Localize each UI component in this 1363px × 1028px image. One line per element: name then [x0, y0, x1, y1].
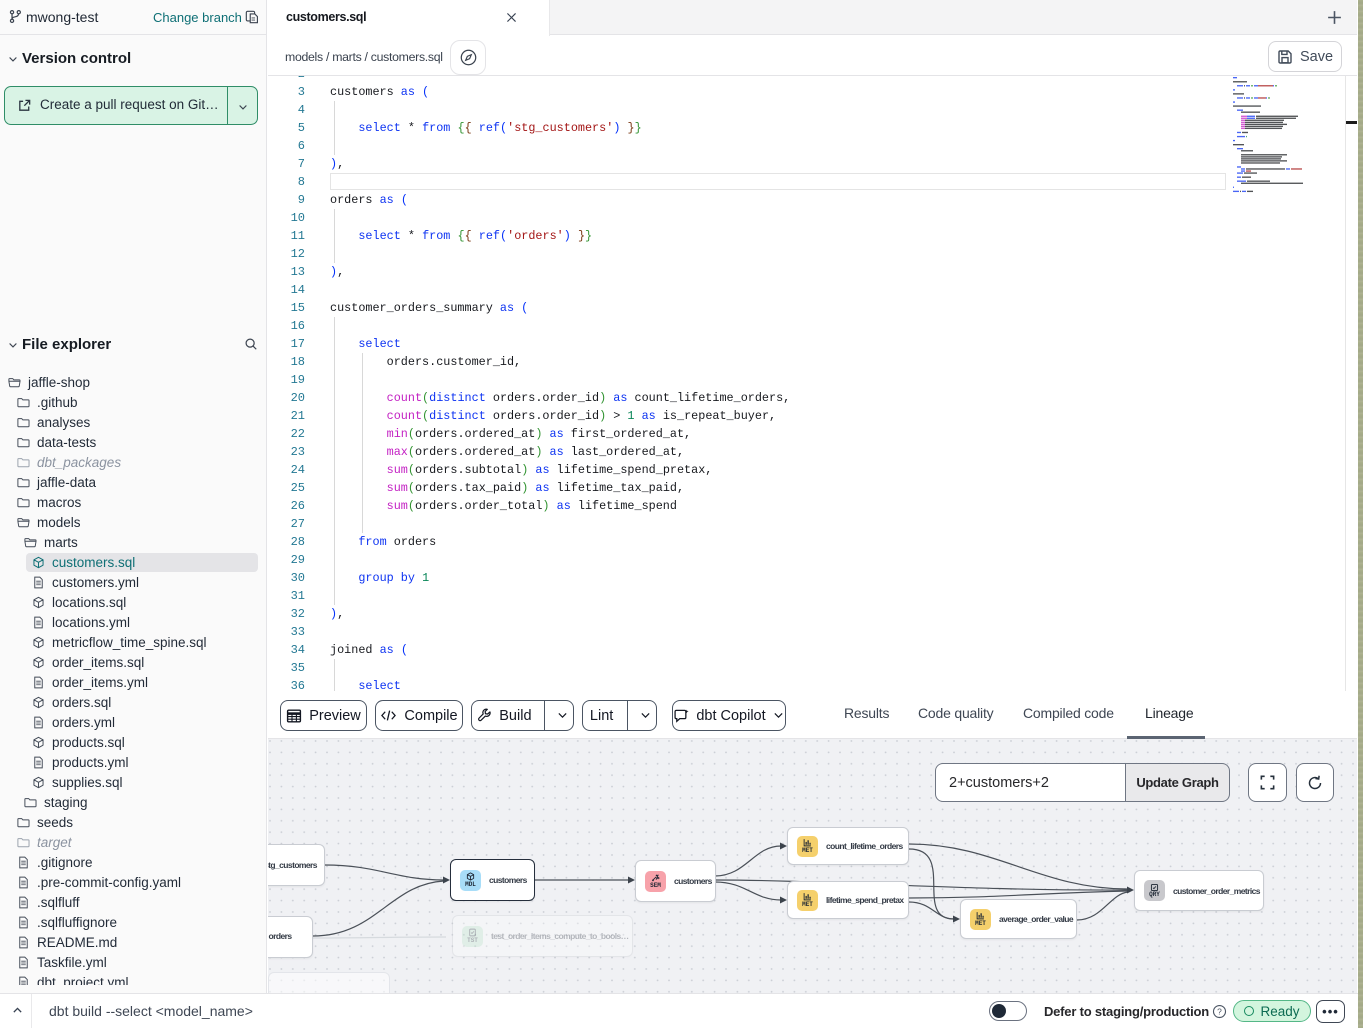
- svg-text:?: ?: [1217, 1006, 1222, 1016]
